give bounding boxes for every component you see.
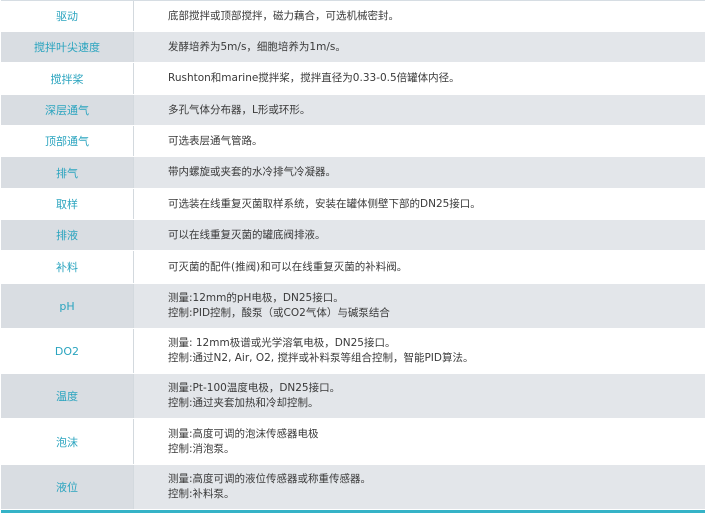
value-line: 测量:高度可调的液位传感器或称重传感器。 (168, 473, 372, 485)
row-label: 取样 (1, 189, 134, 219)
row-label: 温度 (1, 374, 134, 418)
row-label: 驱动 (1, 1, 134, 31)
table-row: 排气 带内螺旋或夹套的水冷排气冷凝器。 (1, 157, 705, 189)
value-line: 带内螺旋或夹套的水冷排气冷凝器。 (168, 166, 336, 178)
row-value: 可灭菌的配件(推阀)和可以在线重复灭菌的补料阀。 (134, 251, 705, 283)
row-label: 深层通气 (1, 95, 134, 125)
value-line: 发酵培养为5m/s，细胞培养为1m/s。 (168, 40, 346, 53)
row-value: 测量: 12mm极谱或光学溶氧电极，DN25接口。 控制:通过N2, Air, … (134, 329, 705, 373)
table-row: 排液 可以在线重复灭菌的罐底阀排液。 (1, 220, 705, 251)
value-line: 控制:补料泵。 (168, 488, 235, 500)
value-line: 测量:12mm的pH电极，DN25接口。 (168, 292, 344, 304)
table-row: DO2 测量: 12mm极谱或光学溶氧电极，DN25接口。 控制:通过N2, A… (1, 329, 705, 374)
row-label: 泡沫 (1, 419, 134, 464)
value-line: 测量:高度可调的泡沫传感器电极 (168, 427, 319, 440)
value-line: 可灭菌的配件(推阀)和可以在线重复灭菌的补料阀。 (168, 260, 408, 273)
table-row: 搅拌叶尖速度 发酵培养为5m/s，细胞培养为1m/s。 (1, 32, 705, 63)
value-line: 可选表层通气管路。 (168, 134, 263, 147)
table-row: 泡沫 测量:高度可调的泡沫传感器电极 控制:消泡泵。 (1, 419, 705, 465)
row-value: 测量:高度可调的泡沫传感器电极 控制:消泡泵。 (134, 419, 705, 464)
spec-table: 驱动 底部搅拌或顶部搅拌，磁力藕合，可选机械密封。 搅拌叶尖速度 发酵培养为5m… (1, 0, 705, 513)
table-row: 搅拌桨 Rushton和marine搅拌桨，搅拌直径为0.33-0.5倍罐体内径… (1, 63, 705, 95)
value-line: 测量:Pt-100温度电极，DN25接口。 (168, 382, 341, 394)
value-line: 测量: 12mm极谱或光学溶氧电极，DN25接口。 (168, 337, 396, 349)
value-line: 控制:PID控制，酸泵（或CO2气体）与碱泵结合 (168, 307, 390, 319)
value-line: 多孔气体分布器，L形或环形。 (168, 103, 311, 116)
row-label: 补料 (1, 251, 134, 283)
row-value: 多孔气体分布器，L形或环形。 (134, 95, 705, 125)
table-row: 补料 可灭菌的配件(推阀)和可以在线重复灭菌的补料阀。 (1, 251, 705, 284)
value-line: Rushton和marine搅拌桨，搅拌直径为0.33-0.5倍罐体内径。 (168, 72, 460, 84)
value-line: 可以在线重复灭菌的罐底阀排液。 (168, 228, 326, 241)
row-value: 可选表层通气管路。 (134, 126, 705, 156)
table-row: 驱动 底部搅拌或顶部搅拌，磁力藕合，可选机械密封。 (1, 1, 705, 32)
value-line: 控制:消泡泵。 (168, 442, 235, 455)
row-value: 可以在线重复灭菌的罐底阀排液。 (134, 220, 705, 250)
row-value: 测量:12mm的pH电极，DN25接口。 控制:PID控制，酸泵（或CO2气体）… (134, 284, 705, 328)
table-row: 温度 测量:Pt-100温度电极，DN25接口。 控制:通过夹套加热和冷却控制。 (1, 374, 705, 419)
row-label: 液位 (1, 465, 134, 509)
row-value: 底部搅拌或顶部搅拌，磁力藕合，可选机械密封。 (134, 1, 705, 31)
row-label: 排气 (1, 157, 134, 188)
table-row: 顶部通气 可选表层通气管路。 (1, 126, 705, 157)
row-label: 搅拌叶尖速度 (1, 32, 134, 62)
row-label: 顶部通气 (1, 126, 134, 156)
row-label: DO2 (1, 329, 134, 373)
row-label: pH (1, 284, 134, 328)
value-line: 可选装在线重复灭菌取样系统，安装在罐体侧壁下部的DN25接口。 (168, 197, 481, 210)
table-row: 液位 测量:高度可调的液位传感器或称重传感器。 控制:补料泵。 (1, 465, 705, 510)
value-line: 控制:通过N2, Air, O2, 搅拌或补料泵等组合控制，智能PID算法。 (168, 352, 474, 364)
row-value: 测量:Pt-100温度电极，DN25接口。 控制:通过夹套加热和冷却控制。 (134, 374, 705, 418)
table-row: 取样 可选装在线重复灭菌取样系统，安装在罐体侧壁下部的DN25接口。 (1, 189, 705, 220)
row-label: 搅拌桨 (1, 63, 134, 94)
row-label: 排液 (1, 220, 134, 250)
table-row: 深层通气 多孔气体分布器，L形或环形。 (1, 95, 705, 126)
row-value: 测量:高度可调的液位传感器或称重传感器。 控制:补料泵。 (134, 465, 705, 509)
row-value: 可选装在线重复灭菌取样系统，安装在罐体侧壁下部的DN25接口。 (134, 189, 705, 219)
value-line: 控制:通过夹套加热和冷却控制。 (168, 397, 319, 409)
table-row: pH 测量:12mm的pH电极，DN25接口。 控制:PID控制，酸泵（或CO2… (1, 284, 705, 329)
row-value: 发酵培养为5m/s，细胞培养为1m/s。 (134, 32, 705, 62)
row-value: Rushton和marine搅拌桨，搅拌直径为0.33-0.5倍罐体内径。 (134, 63, 705, 94)
row-value: 带内螺旋或夹套的水冷排气冷凝器。 (134, 157, 705, 188)
value-line: 底部搅拌或顶部搅拌，磁力藕合，可选机械密封。 (168, 9, 399, 22)
